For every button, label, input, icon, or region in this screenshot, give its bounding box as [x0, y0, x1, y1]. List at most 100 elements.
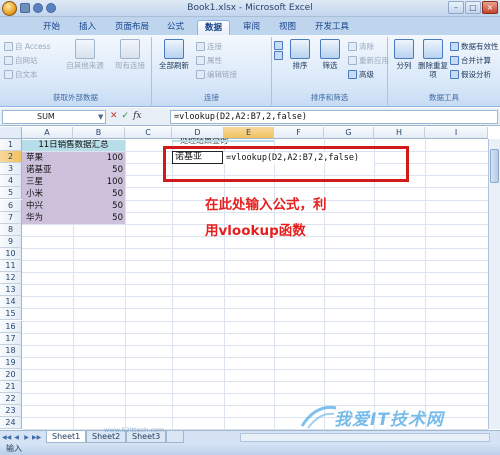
from-text-button[interactable]: 自文本 — [4, 69, 38, 80]
row-header-20[interactable]: 20 — [0, 368, 22, 381]
minimize-button[interactable]: – — [448, 1, 464, 14]
cell-a7[interactable]: 华为 — [24, 212, 45, 224]
from-other-sources-button[interactable]: 自其他来源 — [62, 39, 108, 70]
chevron-down-icon[interactable]: ▼ — [98, 113, 103, 121]
cell-a4[interactable]: 三星 — [24, 176, 45, 188]
watermark-text: 我爱IT技术网 — [334, 410, 444, 430]
what-if-button[interactable]: 假设分析 — [450, 69, 491, 80]
tab-insert[interactable]: 插入 — [72, 20, 103, 35]
maximize-button[interactable]: □ — [465, 1, 481, 14]
cell-a6[interactable]: 中兴 — [24, 200, 45, 212]
row-header-8[interactable]: 8 — [0, 223, 22, 236]
tab-review[interactable]: 审阅 — [236, 20, 267, 35]
column-header-a[interactable]: A — [22, 127, 73, 139]
gridline-column — [125, 139, 126, 430]
remove-duplicates-button[interactable]: 删除重复项 — [418, 39, 448, 79]
first-sheet-icon[interactable]: ◀◀ — [2, 433, 11, 442]
cell-b3[interactable]: 50 — [73, 164, 125, 176]
connections-button[interactable]: 连接 — [196, 41, 222, 52]
row-header-19[interactable]: 19 — [0, 356, 22, 369]
text-to-columns-button[interactable]: 分列 — [390, 39, 418, 70]
row-header-22[interactable]: 22 — [0, 393, 22, 406]
insert-sheet-icon[interactable] — [166, 431, 184, 443]
insert-function-icon[interactable]: fx — [133, 111, 141, 121]
row-header-2[interactable]: 2 — [0, 151, 22, 164]
vertical-scrollbar[interactable] — [488, 139, 500, 429]
cell-b2[interactable]: 100 — [73, 152, 125, 164]
tab-data[interactable]: 数据 — [197, 20, 231, 35]
database-icon — [4, 42, 13, 51]
row-header-23[interactable]: 23 — [0, 405, 22, 418]
row-header-1[interactable]: 1 — [0, 139, 22, 152]
d1-fill — [172, 140, 274, 142]
existing-connections-button[interactable]: 现有连接 — [110, 39, 150, 70]
row-header-6[interactable]: 6 — [0, 199, 22, 212]
table-header-cell[interactable]: 11日销售数据汇总 — [22, 140, 125, 151]
sort-button[interactable]: 排序 — [286, 39, 314, 70]
cell-b5[interactable]: 50 — [73, 188, 125, 200]
row-header-9[interactable]: 9 — [0, 235, 22, 248]
row-header-11[interactable]: 11 — [0, 260, 22, 273]
prev-sheet-icon[interactable]: ◀ — [12, 433, 21, 442]
refresh-all-button[interactable]: 全部刷新 — [156, 39, 192, 70]
sort-az-buttons[interactable] — [274, 41, 283, 60]
formula-input[interactable]: =vlookup(D2,A2:B7,2,false) — [170, 110, 498, 124]
next-sheet-icon[interactable]: ▶ — [22, 433, 31, 442]
close-button[interactable]: × — [482, 1, 498, 14]
properties-button[interactable]: 属性 — [196, 55, 222, 66]
cell-a5[interactable]: 小米 — [24, 188, 45, 200]
cell-b4[interactable]: 100 — [73, 176, 125, 188]
enter-icon[interactable]: ✓ — [122, 111, 130, 121]
from-access-button[interactable]: 自 Access — [4, 41, 51, 52]
consolidate-button[interactable]: 合并计算 — [450, 55, 491, 66]
row-header-3[interactable]: 3 — [0, 163, 22, 176]
cell-a3[interactable]: 诺基亚 — [24, 164, 54, 176]
last-sheet-icon[interactable]: ▶▶ — [32, 433, 41, 442]
advanced-filter-button[interactable]: 高级 — [348, 69, 374, 80]
row-header-15[interactable]: 15 — [0, 308, 22, 321]
row-header-4[interactable]: 4 — [0, 175, 22, 188]
row-header-13[interactable]: 13 — [0, 284, 22, 297]
scroll-thumb[interactable] — [490, 149, 499, 183]
row-header-14[interactable]: 14 — [0, 296, 22, 309]
row-header-5[interactable]: 5 — [0, 187, 22, 200]
select-all-button[interactable] — [0, 127, 22, 139]
validation-icon — [450, 42, 459, 51]
row-header-18[interactable]: 18 — [0, 344, 22, 357]
horizontal-scrollbar[interactable] — [240, 433, 490, 442]
clear-filter-button[interactable]: 清除 — [348, 41, 374, 52]
row-header-21[interactable]: 21 — [0, 381, 22, 394]
column-header-b[interactable]: B — [73, 127, 125, 139]
cell-b7[interactable]: 50 — [73, 212, 125, 224]
sheet-tab-sheet1[interactable]: Sheet1 — [46, 431, 87, 443]
from-web-button[interactable]: 自网站 — [4, 55, 38, 66]
column-header-i[interactable]: I — [425, 127, 488, 139]
row-header-16[interactable]: 16 — [0, 320, 22, 333]
edit-links-button[interactable]: 编辑链接 — [196, 69, 237, 80]
column-header-f[interactable]: F — [274, 127, 324, 139]
row-header-10[interactable]: 10 — [0, 247, 22, 260]
gridline-row — [22, 260, 488, 261]
cancel-icon[interactable]: ✕ — [110, 111, 118, 121]
gridline-row — [22, 393, 488, 395]
cell-b6[interactable]: 50 — [73, 200, 125, 212]
filter-button[interactable]: 筛选 — [316, 39, 344, 70]
column-header-c[interactable]: C — [125, 127, 172, 139]
row-header-12[interactable]: 12 — [0, 272, 22, 285]
tab-developer[interactable]: 开发工具 — [308, 20, 356, 35]
gridline-row — [22, 368, 488, 370]
tab-view[interactable]: 视图 — [272, 20, 303, 35]
row-header-17[interactable]: 17 — [0, 332, 22, 345]
reapply-button[interactable]: 重新应用 — [348, 55, 389, 66]
data-validation-button[interactable]: 数据有效性 — [450, 41, 499, 52]
sort-descending-icon — [274, 51, 283, 60]
row-header-24[interactable]: 24 — [0, 417, 22, 430]
cell-a2[interactable]: 苹果 — [24, 152, 45, 164]
column-header-g[interactable]: G — [324, 127, 374, 139]
tab-home[interactable]: 开始 — [36, 20, 67, 35]
column-header-h[interactable]: H — [374, 127, 425, 139]
name-box[interactable]: SUM — [2, 110, 106, 124]
tab-page-layout[interactable]: 页面布局 — [108, 20, 156, 35]
row-header-7[interactable]: 7 — [0, 211, 22, 224]
tab-formulas[interactable]: 公式 — [160, 20, 191, 35]
